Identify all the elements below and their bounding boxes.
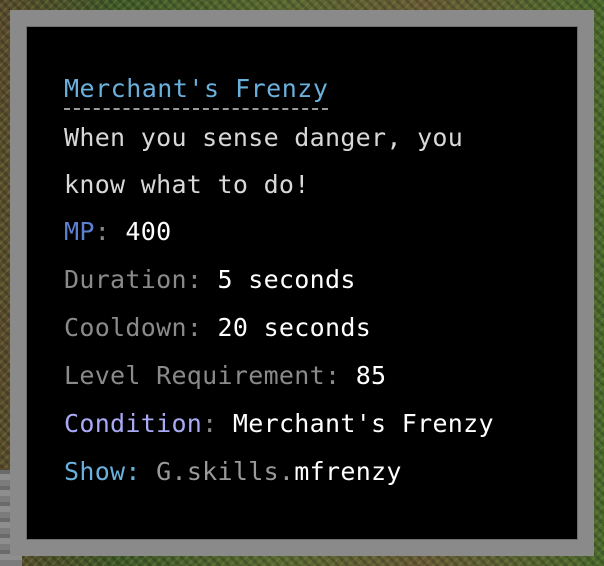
stat-mp: MP: 400	[64, 208, 574, 256]
skill-title-row: Merchant's Frenzy	[64, 72, 574, 110]
show-separator: :	[125, 457, 141, 486]
description-line-1: When you sense danger, you	[64, 123, 464, 152]
duration-separator: :	[186, 265, 203, 294]
condition-separator: :	[202, 409, 218, 438]
stat-duration: Duration: 5 seconds	[64, 256, 574, 304]
skill-title: Merchant's Frenzy	[64, 72, 329, 110]
cooldown-label: Cooldown	[64, 313, 187, 342]
mp-value: 400	[125, 217, 172, 246]
mp-separator: :	[94, 217, 111, 246]
show-code-key: mfrenzy	[294, 457, 402, 486]
stat-show: Show: G.skills.mfrenzy	[64, 448, 574, 496]
level-requirement-label: Level Requirement	[64, 361, 325, 390]
tooltip-content: Merchant's Frenzy When you sense danger,…	[64, 72, 574, 496]
show-label: Show	[64, 457, 126, 486]
condition-label: Condition	[64, 409, 203, 438]
level-requirement-separator: :	[324, 361, 341, 390]
condition-value: Merchant's Frenzy	[232, 409, 494, 438]
mp-label: MP	[64, 217, 95, 246]
skill-description: When you sense danger, you know what to …	[64, 114, 574, 208]
cooldown-separator: :	[186, 313, 203, 342]
level-requirement-value: 85	[355, 361, 387, 390]
stat-cooldown: Cooldown: 20 seconds	[64, 304, 574, 352]
stat-condition: Condition: Merchant's Frenzy	[64, 400, 574, 448]
stat-level-requirement: Level Requirement: 85	[64, 352, 574, 400]
duration-value: 5 seconds	[217, 265, 356, 294]
duration-label: Duration	[64, 265, 187, 294]
description-line-2: know what to do!	[64, 170, 310, 199]
show-code-prefix: G.skills.	[156, 457, 295, 486]
cooldown-value: 20 seconds	[217, 313, 372, 342]
